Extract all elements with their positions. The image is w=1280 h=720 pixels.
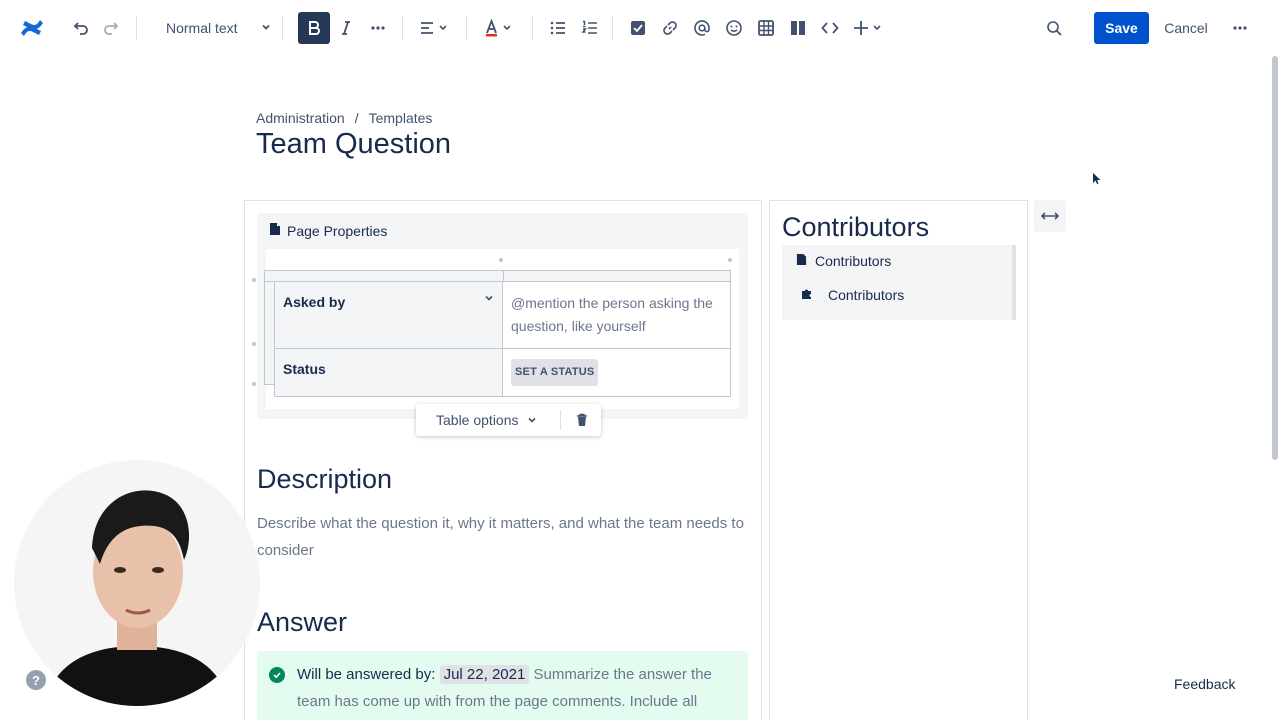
answer-heading[interactable]: Answer bbox=[257, 607, 347, 638]
puzzle-piece-icon bbox=[800, 286, 814, 303]
bold-button[interactable] bbox=[298, 12, 330, 44]
scrollbar-thumb[interactable] bbox=[1272, 56, 1278, 460]
status-value-cell[interactable]: SET A STATUS bbox=[502, 348, 731, 397]
check-circle-icon bbox=[269, 667, 285, 683]
toolbar-divider bbox=[612, 16, 613, 40]
emoji-icon[interactable] bbox=[720, 14, 748, 42]
insert-row-dot[interactable] bbox=[252, 382, 256, 386]
page-scrollbar[interactable] bbox=[1270, 56, 1280, 720]
more-formatting-icon[interactable] bbox=[364, 14, 392, 42]
success-panel[interactable]: Will be answered by: Jul 22, 2021 Summar… bbox=[257, 651, 748, 720]
feedback-button[interactable]: Feedback bbox=[1174, 676, 1235, 692]
link-icon[interactable] bbox=[656, 14, 684, 42]
description-heading[interactable]: Description bbox=[257, 464, 392, 495]
layouts-icon[interactable] bbox=[784, 14, 812, 42]
insert-column-dot[interactable] bbox=[499, 258, 503, 262]
mouse-cursor-icon bbox=[1093, 172, 1101, 184]
description-placeholder[interactable]: Describe what the question it, why it ma… bbox=[257, 510, 747, 564]
save-button[interactable]: Save bbox=[1094, 12, 1149, 44]
bullet-list-icon[interactable] bbox=[544, 14, 572, 42]
table-icon[interactable] bbox=[752, 14, 780, 42]
chevron-down-icon bbox=[260, 20, 272, 36]
contributors-macro-label: Contributors bbox=[828, 286, 905, 303]
italic-icon[interactable] bbox=[332, 14, 360, 42]
table-options-label: Table options bbox=[436, 412, 519, 428]
cell-options-chevron-icon[interactable] bbox=[484, 290, 494, 306]
table-column-controls[interactable] bbox=[264, 270, 731, 282]
mention-icon[interactable] bbox=[688, 14, 716, 42]
cancel-button[interactable]: Cancel bbox=[1160, 12, 1212, 44]
help-button[interactable]: ? bbox=[26, 670, 46, 690]
more-actions-icon[interactable] bbox=[1226, 14, 1254, 42]
alignment-icon[interactable] bbox=[416, 14, 452, 42]
contributors-heading[interactable]: Contributors bbox=[782, 212, 929, 243]
page-properties-header: Page Properties bbox=[269, 222, 387, 239]
chevron-down-icon bbox=[527, 412, 537, 428]
expand-width-icon[interactable] bbox=[1034, 200, 1066, 232]
insert-row-dot[interactable] bbox=[252, 278, 256, 282]
table-row: Asked by @mention the person asking the … bbox=[274, 281, 731, 349]
table-options-button[interactable]: Table options bbox=[436, 412, 537, 428]
action-item-icon[interactable] bbox=[624, 14, 652, 42]
numbered-list-icon[interactable] bbox=[576, 14, 604, 42]
contributors-macro-placeholder: Contributors bbox=[800, 286, 904, 303]
date-lozenge[interactable]: Jul 22, 2021 bbox=[439, 665, 530, 684]
insert-more-icon[interactable] bbox=[850, 14, 886, 42]
breadcrumb-templates[interactable]: Templates bbox=[369, 110, 433, 126]
insert-column-dot[interactable] bbox=[728, 258, 732, 262]
document-icon bbox=[796, 253, 807, 269]
table-row: Status SET A STATUS bbox=[274, 348, 731, 397]
table-header-cell[interactable]: Status bbox=[274, 348, 503, 397]
page-title[interactable]: Team Question bbox=[256, 128, 451, 161]
editor-toolbar: Normal text Save Cancel bbox=[0, 0, 1280, 56]
toolbar-divider bbox=[560, 410, 561, 430]
contributors-macro-header: Contributors bbox=[796, 253, 891, 269]
document-icon bbox=[269, 222, 281, 239]
search-icon[interactable] bbox=[1040, 14, 1068, 42]
breadcrumb-separator: / bbox=[354, 110, 359, 126]
breadcrumb: Administration / Templates bbox=[256, 110, 432, 126]
undo-icon[interactable] bbox=[66, 14, 94, 42]
status-label: Status bbox=[283, 361, 326, 377]
toolbar-divider bbox=[402, 16, 403, 40]
toolbar-divider bbox=[466, 16, 467, 40]
status-lozenge[interactable]: SET A STATUS bbox=[511, 359, 599, 386]
insert-row-dot[interactable] bbox=[252, 342, 256, 346]
code-snippet-icon[interactable] bbox=[816, 14, 844, 42]
breadcrumb-administration[interactable]: Administration bbox=[256, 110, 345, 126]
toolbar-divider bbox=[532, 16, 533, 40]
table-floating-toolbar: Table options bbox=[416, 404, 601, 436]
properties-table: Asked by @mention the person asking the … bbox=[274, 281, 731, 397]
toolbar-divider bbox=[136, 16, 137, 40]
presenter-video bbox=[14, 460, 260, 706]
contributors-macro-title: Contributors bbox=[815, 253, 892, 269]
contributors-macro[interactable]: Contributors Contributors bbox=[782, 245, 1016, 320]
toolbar-divider bbox=[282, 16, 283, 40]
page-properties-title: Page Properties bbox=[287, 222, 388, 239]
table-header-cell[interactable]: Asked by bbox=[274, 281, 503, 349]
confluence-logo-icon[interactable] bbox=[18, 14, 46, 42]
redo-icon[interactable] bbox=[98, 14, 126, 42]
answer-lead: Will be answered by: bbox=[297, 666, 436, 683]
asked-by-label: Asked by bbox=[283, 294, 346, 310]
asked-by-value[interactable]: @mention the person asking the question,… bbox=[502, 281, 731, 349]
text-style-dropdown[interactable]: Normal text bbox=[158, 14, 272, 42]
answer-text: Will be answered by: Jul 22, 2021 Summar… bbox=[297, 661, 737, 715]
text-color-icon[interactable] bbox=[480, 14, 516, 42]
delete-table-icon[interactable] bbox=[572, 410, 592, 430]
text-style-label: Normal text bbox=[166, 20, 238, 36]
